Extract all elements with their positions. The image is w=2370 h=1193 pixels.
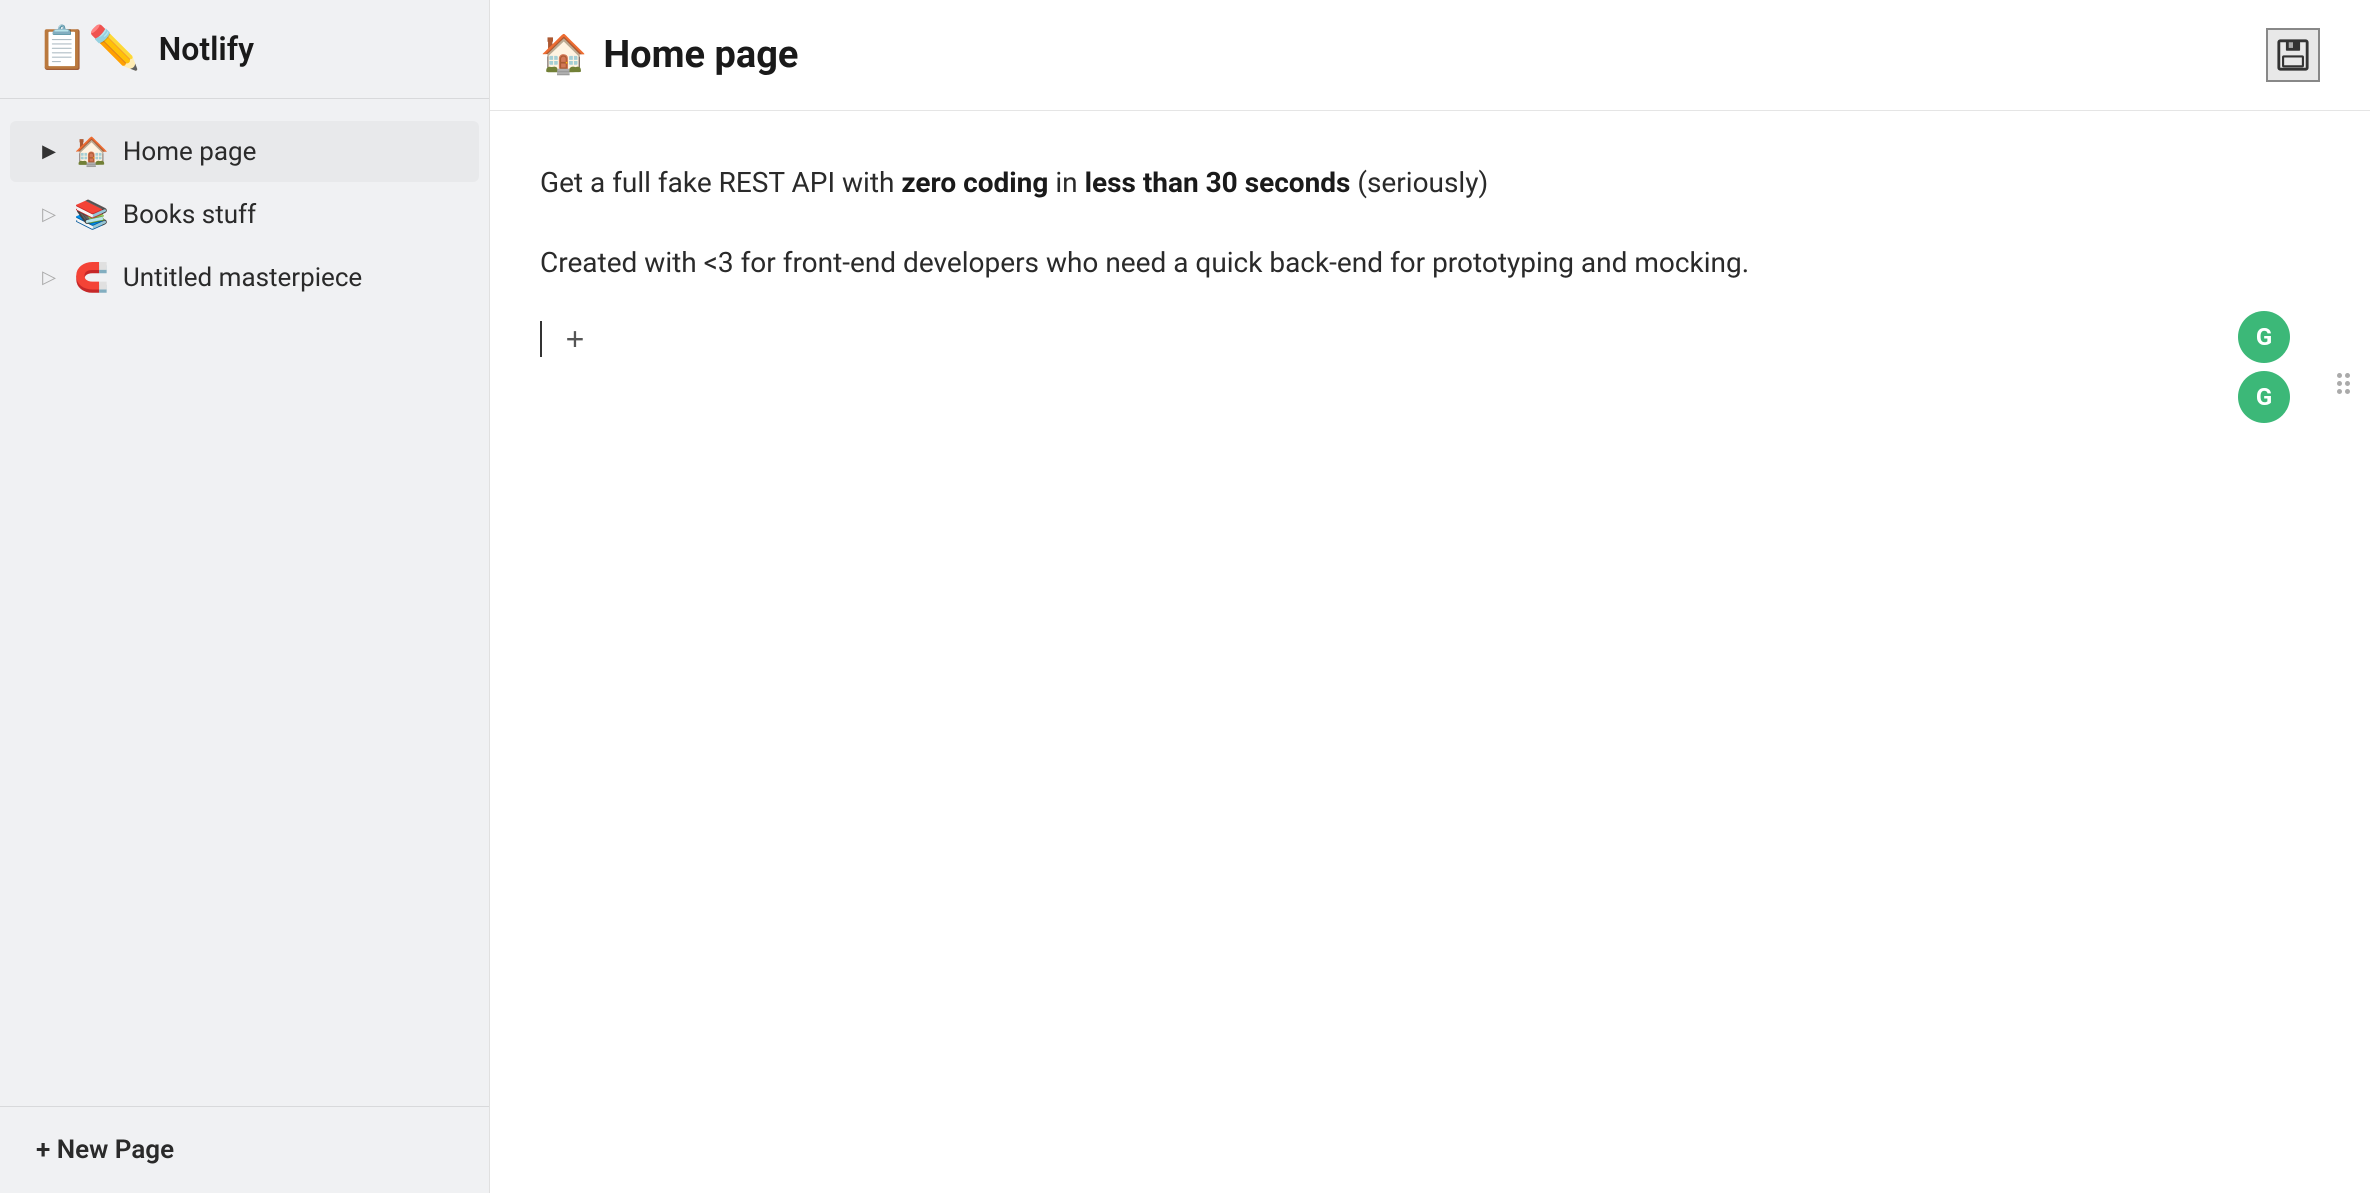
new-block-line: +	[540, 318, 2320, 360]
drag-dot	[2337, 373, 2342, 378]
main-content: 🏠 Home page Get a full fake REST API wit…	[490, 0, 2370, 1193]
drag-dot	[2345, 389, 2350, 394]
chevron-right-icon-books: ▷	[38, 204, 60, 225]
drag-dot	[2345, 381, 2350, 386]
nav-item-emoji-books: 📚	[74, 198, 109, 231]
sidebar-divider	[0, 98, 489, 99]
content-paragraph-1: Get a full fake REST API with zero codin…	[540, 159, 1840, 207]
sidebar-footer: + New Page	[0, 1106, 489, 1193]
page-title-emoji: 🏠	[540, 33, 587, 77]
sidebar-item-label-untitled: Untitled masterpiece	[123, 263, 362, 293]
sidebar-item-label-home: Home page	[123, 137, 257, 167]
sidebar-item-books-stuff[interactable]: ▷ 📚 Books stuff	[10, 184, 479, 245]
drag-handle[interactable]	[2337, 373, 2350, 394]
editor-area[interactable]: Get a full fake REST API with zero codin…	[490, 111, 2370, 1193]
app-logo-icon: 📋✏️	[36, 28, 141, 70]
save-button[interactable]	[2266, 28, 2320, 82]
floppy-disk-icon	[2276, 38, 2310, 72]
sidebar-item-untitled-masterpiece[interactable]: ▷ 🧲 Untitled masterpiece	[10, 247, 479, 308]
chevron-right-icon-untitled: ▷	[38, 267, 60, 288]
page-title-area: 🏠 Home page	[540, 33, 798, 77]
sidebar-nav: ▶ 🏠 Home page ▷ 📚 Books stuff ▷ 🧲 Untitl…	[0, 111, 489, 1106]
main-header: 🏠 Home page	[490, 0, 2370, 111]
sidebar-item-home-page[interactable]: ▶ 🏠 Home page	[10, 121, 479, 182]
new-page-button[interactable]: + New Page	[36, 1135, 453, 1165]
drag-dot	[2337, 381, 2342, 386]
chevron-right-icon: ▶	[38, 141, 60, 162]
sidebar-header: 📋✏️ Notlify	[0, 0, 489, 98]
nav-item-emoji-untitled: 🧲	[74, 261, 109, 294]
page-title: Home page	[603, 33, 798, 77]
nav-item-emoji-home: 🏠	[74, 135, 109, 168]
content-paragraph-2: Created with <3 for front-end developers…	[540, 239, 1840, 287]
avatar-user-2: G	[2238, 371, 2290, 423]
add-block-button[interactable]: +	[554, 318, 596, 360]
app-title: Notlify	[159, 30, 254, 68]
sidebar: 📋✏️ Notlify ▶ 🏠 Home page ▷ 📚 Books stuf…	[0, 0, 490, 1193]
avatar-user-1: G	[2238, 311, 2290, 363]
text-cursor	[540, 321, 542, 357]
sidebar-item-label-books: Books stuff	[123, 200, 256, 230]
drag-dot	[2337, 389, 2342, 394]
drag-dot	[2345, 373, 2350, 378]
